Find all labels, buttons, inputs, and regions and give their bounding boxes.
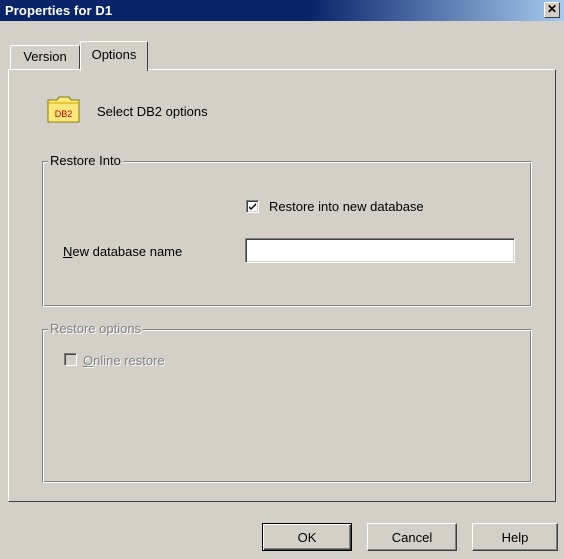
restore-into-new-db-label[interactable]: Restore into new database — [269, 199, 424, 214]
close-icon[interactable]: ✕ — [544, 2, 560, 18]
tab-options[interactable]: Options — [80, 41, 148, 71]
mnemonic-o: O — [83, 353, 94, 368]
new-database-name-label: New database name — [63, 244, 182, 259]
title-bar[interactable]: Properties for D1 ✕ — [0, 0, 564, 21]
db2-folder-icon: DB2 — [47, 96, 80, 123]
header-instruction: Select DB2 options — [97, 104, 208, 119]
label-rest: ew database name — [72, 244, 183, 259]
tab-version[interactable]: Version — [10, 45, 80, 70]
restore-options-legend: Restore options — [48, 321, 144, 336]
mnemonic-n: N — [63, 244, 73, 259]
help-button[interactable]: Help — [472, 523, 558, 551]
checkmark-icon — [249, 203, 256, 210]
online-restore-checkbox[interactable] — [64, 353, 77, 366]
label-rest: nline restore — [93, 353, 165, 368]
ok-button[interactable]: OK — [262, 523, 352, 551]
window-title: Properties for D1 — [5, 3, 113, 18]
restore-into-legend: Restore Into — [48, 153, 123, 168]
online-restore-label[interactable]: Online restore — [83, 353, 165, 368]
cancel-button[interactable]: Cancel — [367, 523, 457, 551]
restore-options-legend-text: Restore options — [50, 321, 142, 336]
new-database-name-input[interactable] — [245, 238, 515, 263]
db2-icon-label: DB2 — [55, 109, 73, 119]
restore-into-group — [42, 161, 532, 307]
restore-into-new-db-checkbox[interactable] — [246, 200, 259, 213]
properties-dialog: Properties for D1 ✕ Version Options DB2 … — [0, 0, 564, 559]
